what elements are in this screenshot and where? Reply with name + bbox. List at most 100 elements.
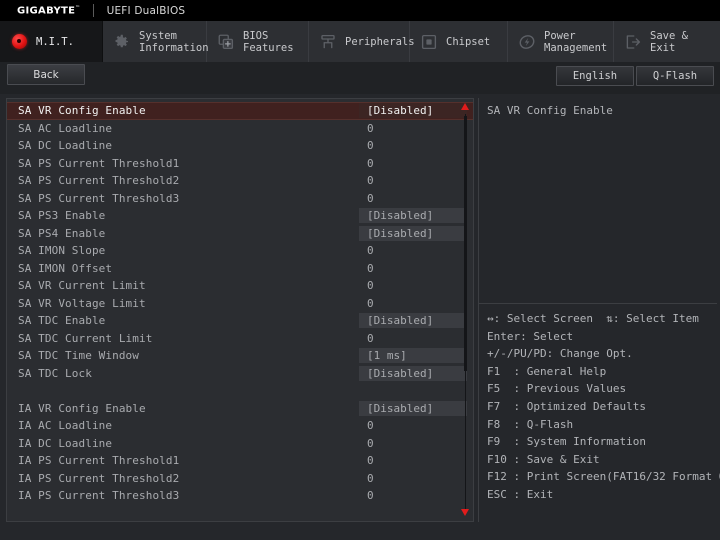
tab-peripherals[interactable]: Peripherals [309,21,410,62]
settings-row-value[interactable]: [Disabled] [359,313,467,328]
settings-list-panel: SA VR Config Enable [Disabled] SA AC Loadl… [6,98,474,522]
tab-bios-features[interactable]: BIOS Features [207,21,309,62]
tab-save-and-exit[interactable]: Save & Exit [614,21,720,62]
settings-scrollbar[interactable] [458,98,472,522]
back-button[interactable]: Back [7,64,85,85]
mit-disc-icon [9,32,29,52]
help-key-line: F5 : Previous Values [487,380,717,398]
settings-row-value[interactable]: 0 [359,121,467,136]
settings-row-label: IA DC Loadline [18,437,112,450]
settings-row[interactable]: SA PS Current Threshold3 0 [7,190,473,208]
settings-row-label: SA TDC Lock [18,367,92,380]
scroll-down-arrow-icon[interactable] [461,509,469,516]
settings-row-label: SA TDC Current Limit [18,332,152,345]
settings-row-label: IA VR Config Enable [18,402,146,415]
help-key-line: ↔: Select Screen ⇅: Select Item [487,310,717,328]
settings-row-value[interactable]: 0 [359,436,467,451]
settings-row-value[interactable]: 0 [359,243,467,258]
settings-row[interactable]: SA VR Config Enable [Disabled] [7,102,473,120]
brand-subtitle: UEFI DualBIOS [107,5,186,17]
content-area: SA VR Config Enable [Disabled] SA AC Loadl… [0,94,720,540]
tab-system-information[interactable]: System Information [103,21,207,62]
settings-row-value[interactable]: 0 [359,261,467,276]
settings-row-label: SA VR Config Enable [18,104,146,117]
settings-row[interactable]: IA AC Loadline0 [7,417,473,435]
settings-row[interactable]: SA PS3 Enable [Disabled] [7,207,473,225]
sub-toolbar: Back English Q-Flash [0,62,720,94]
help-key-line: F12 : Print Screen(FAT16/32 Format Only) [487,468,717,486]
settings-row[interactable]: SA TDC Lock [Disabled] [7,365,473,383]
tab-mit[interactable]: M.I.T. [0,21,103,62]
settings-row[interactable]: IA DC Loadline 0 [7,435,473,453]
settings-row[interactable]: SA VR Voltage Limit0 [7,295,473,313]
settings-row-label: SA VR Current Limit [18,279,146,292]
settings-row[interactable]: IA PS Current Threshold10 [7,452,473,470]
scroll-up-arrow-icon[interactable] [461,103,469,110]
settings-row[interactable]: SA PS Current Threshold1 0 [7,155,473,173]
settings-row-value[interactable]: 0 [359,191,467,206]
settings-row-label: SA PS4 Enable [18,227,105,240]
exit-arrow-icon [623,32,643,52]
settings-row[interactable]: SA VR Current Limit 0 [7,277,473,295]
scrollbar-thumb[interactable] [464,116,467,371]
tab-system-information-label: System Information [139,30,209,54]
settings-row[interactable]: SA AC Loadline0 [7,120,473,138]
tab-power-management-label: Power Management [544,30,607,54]
qflash-button[interactable]: Q-Flash [636,66,714,86]
settings-rows: SA VR Config Enable [Disabled] SA AC Loadl… [7,102,473,505]
settings-row-value[interactable]: 0 [359,418,467,433]
power-bolt-icon [517,32,537,52]
settings-row[interactable]: SA PS4 Enable [Disabled] [7,225,473,243]
tab-save-and-exit-label: Save & Exit [650,30,712,54]
settings-row-label: SA PS3 Enable [18,209,105,222]
settings-row[interactable]: SA IMON Offset 0 [7,260,473,278]
gear-icon [112,32,132,52]
settings-row-label: SA IMON Slope [18,244,105,257]
settings-row[interactable]: SA TDC Enable[Disabled] [7,312,473,330]
settings-row[interactable]: SA DC Loadline0 [7,137,473,155]
chip-plus-icon [216,32,236,52]
settings-row-value[interactable]: [Disabled] [359,208,467,223]
gigabyte-logo-text: GIGABYTE [17,5,75,16]
brand-divider [93,4,94,17]
bios-screen: GIGABYTE™ UEFI DualBIOS M.I.T. System In… [0,0,720,540]
settings-row[interactable]: SA IMON Slope 0 [7,242,473,260]
help-divider [479,303,717,304]
settings-row-value[interactable]: 0 [359,156,467,171]
settings-row[interactable]: IA VR Config Enable [Disabled] [7,400,473,418]
settings-row[interactable]: IA PS Current Threshold3 0 [7,487,473,505]
settings-row[interactable]: SA TDC Current Limit 0 [7,330,473,348]
settings-row[interactable]: SA TDC Time Window[1 ms] [7,347,473,365]
settings-row-value[interactable]: 0 [359,138,467,153]
settings-row-value[interactable]: [Disabled] [359,103,467,118]
settings-row-value[interactable]: [Disabled] [359,226,467,241]
help-key-line: F8 : Q-Flash [487,416,717,434]
tab-power-management[interactable]: Power Management [508,21,614,62]
settings-row-value[interactable]: [Disabled] [359,366,467,381]
settings-row-value[interactable]: 0 [359,331,467,346]
help-key-line: ESC : Exit [487,486,717,504]
language-button[interactable]: English [556,66,634,86]
settings-row-value[interactable]: 0 [359,453,467,468]
settings-row-value[interactable]: 0 [359,173,467,188]
settings-row-value[interactable]: 0 [359,471,467,486]
help-key-line: F7 : Optimized Defaults [487,398,717,416]
settings-row[interactable]: SA PS Current Threshold20 [7,172,473,190]
settings-row-spacer [7,382,473,400]
help-key-legend: ↔: Select Screen ⇅: Select ItemEnter: Se… [487,310,717,504]
settings-row-label: SA PS Current Threshold1 [18,157,179,170]
settings-row-value[interactable]: 0 [359,488,467,503]
settings-row-value[interactable]: [Disabled] [359,401,467,416]
chipset-square-icon [419,32,439,52]
settings-row-value[interactable]: 0 [359,296,467,311]
settings-row-value[interactable]: [1 ms] [359,348,467,363]
tab-chipset[interactable]: Chipset [410,21,508,62]
settings-row-label: SA PS Current Threshold3 [18,192,179,205]
main-tab-bar: M.I.T. System Information BIOS Features … [0,21,720,63]
settings-row[interactable]: IA PS Current Threshold20 [7,470,473,488]
settings-row-value[interactable]: 0 [359,278,467,293]
gigabyte-logo: GIGABYTE™ [0,5,81,16]
settings-row-label: SA IMON Offset [18,262,112,275]
settings-row-label: IA PS Current Threshold3 [18,489,179,502]
help-key-line: F9 : System Information [487,433,717,451]
